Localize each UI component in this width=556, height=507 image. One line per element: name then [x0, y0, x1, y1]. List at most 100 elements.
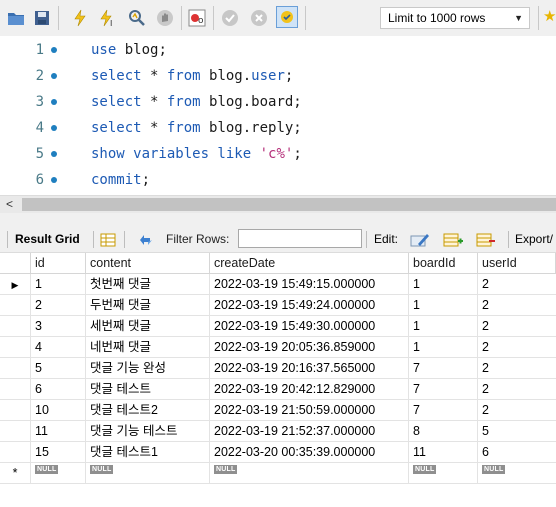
cell-createdate[interactable]: 2022-03-19 15:49:24.000000 — [210, 295, 409, 316]
table-row[interactable]: 2 두번째 댓글 2022-03-19 15:49:24.000000 1 2 — [0, 295, 556, 316]
cell-createdate[interactable]: 2022-03-19 20:42:12.829000 — [210, 379, 409, 400]
cell-boardid[interactable]: 1 — [409, 337, 478, 358]
table-row[interactable]: 15 댓글 테스트1 2022-03-20 00:35:39.000000 11 6 — [0, 442, 556, 463]
cell-boardid[interactable]: 11 — [409, 442, 478, 463]
editor-line[interactable]: 5 show variables like 'c%'; — [0, 141, 556, 167]
cell-userid[interactable]: 2 — [478, 274, 556, 295]
cell-createdate[interactable]: 2022-03-19 15:49:30.000000 — [210, 316, 409, 337]
column-header-content[interactable]: content — [86, 253, 210, 274]
cell-id[interactable]: 11 — [31, 421, 86, 442]
editor-line[interactable]: 4 select * from blog.reply; — [0, 115, 556, 141]
null-cell[interactable]: NULL — [409, 463, 478, 484]
cell-boardid[interactable]: 8 — [409, 421, 478, 442]
sql-editor[interactable]: 1 use blog; 2 select * from blog.user; 3 sele… — [0, 36, 556, 195]
add-row-icon[interactable] — [443, 226, 463, 252]
row-marker[interactable] — [0, 400, 31, 421]
execute-icon[interactable] — [70, 8, 90, 28]
cell-content[interactable]: 댓글 테스트2 — [86, 400, 210, 421]
cell-content[interactable]: 세번째 댓글 — [86, 316, 210, 337]
cell-content[interactable]: 댓글 기능 완성 — [86, 358, 210, 379]
table-row[interactable]: 5 댓글 기능 완성 2022-03-19 20:16:37.565000 7 2 — [0, 358, 556, 379]
cell-userid[interactable]: 2 — [478, 337, 556, 358]
cell-content[interactable]: 두번째 댓글 — [86, 295, 210, 316]
cell-createdate[interactable]: 2022-03-19 21:50:59.000000 — [210, 400, 409, 421]
cell-id[interactable]: 15 — [31, 442, 86, 463]
panel-divider[interactable] — [0, 213, 556, 226]
editor-line[interactable]: 2 select * from blog.user; — [0, 63, 556, 89]
limit-rows-select[interactable]: Limit to 1000 rows ▼ — [380, 7, 530, 29]
row-marker[interactable] — [0, 337, 31, 358]
cell-content[interactable]: 댓글 테스트1 — [86, 442, 210, 463]
toggle-continue-on-error-icon[interactable]: o — [187, 8, 207, 28]
table-row[interactable]: ▶ 1 첫번째 댓글 2022-03-19 15:49:15.000000 1 2 — [0, 274, 556, 295]
execute-current-icon[interactable]: I — [98, 8, 118, 28]
cell-userid[interactable]: 2 — [478, 358, 556, 379]
editor-line[interactable]: 1 use blog; — [0, 37, 556, 63]
cell-id[interactable]: 5 — [31, 358, 86, 379]
cell-id[interactable]: 10 — [31, 400, 86, 421]
filter-rows-input[interactable] — [238, 229, 362, 248]
cell-createdate[interactable]: 2022-03-19 15:49:15.000000 — [210, 274, 409, 295]
rollback-icon[interactable] — [249, 8, 269, 28]
table-row[interactable]: 4 네번째 댓글 2022-03-19 20:05:36.859000 1 2 — [0, 337, 556, 358]
cell-boardid[interactable]: 7 — [409, 400, 478, 421]
new-row[interactable]: * NULL NULL NULL NULL NULL — [0, 463, 556, 484]
null-cell[interactable]: NULL — [478, 463, 556, 484]
row-marker[interactable] — [0, 316, 31, 337]
result-grid-tab[interactable]: Result Grid — [15, 226, 80, 252]
edit-row-icon[interactable] — [410, 226, 430, 252]
column-header-boardid[interactable]: boardId — [409, 253, 478, 274]
explain-icon[interactable] — [127, 8, 147, 28]
null-cell[interactable]: NULL — [210, 463, 409, 484]
cell-userid[interactable]: 5 — [478, 421, 556, 442]
column-header-id[interactable]: id — [31, 253, 86, 274]
column-header-createdate[interactable]: createDate — [210, 253, 409, 274]
row-marker[interactable] — [0, 421, 31, 442]
null-cell[interactable]: NULL — [86, 463, 210, 484]
editor-line[interactable]: 3 select * from blog.board; — [0, 89, 556, 115]
editor-line[interactable]: 6 commit; — [0, 167, 556, 193]
cell-id[interactable]: 2 — [31, 295, 86, 316]
table-row[interactable]: 3 세번째 댓글 2022-03-19 15:49:30.000000 1 2 — [0, 316, 556, 337]
cell-content[interactable]: 네번째 댓글 — [86, 337, 210, 358]
cell-boardid[interactable]: 1 — [409, 274, 478, 295]
refresh-icon[interactable] — [137, 226, 155, 252]
table-row[interactable]: 11 댓글 기능 테스트 2022-03-19 21:52:37.000000 8 5 — [0, 421, 556, 442]
cell-userid[interactable]: 2 — [478, 400, 556, 421]
scroll-left-icon[interactable]: < — [6, 196, 13, 213]
cell-id[interactable]: 3 — [31, 316, 86, 337]
star-icon[interactable]: ★ — [543, 7, 556, 25]
cell-content[interactable]: 댓글 기능 테스트 — [86, 421, 210, 442]
cell-boardid[interactable]: 1 — [409, 295, 478, 316]
export-label[interactable]: Export/ — [515, 226, 553, 252]
autocommit-icon[interactable] — [276, 6, 298, 28]
cell-createdate[interactable]: 2022-03-19 20:16:37.565000 — [210, 358, 409, 379]
cell-createdate[interactable]: 2022-03-19 20:05:36.859000 — [210, 337, 409, 358]
table-row[interactable]: 10 댓글 테스트2 2022-03-19 21:50:59.000000 7 2 — [0, 400, 556, 421]
grid-layout-icon[interactable] — [100, 226, 116, 252]
column-header-userid[interactable]: userId — [478, 253, 556, 274]
null-cell[interactable]: NULL — [31, 463, 86, 484]
row-marker[interactable] — [0, 442, 31, 463]
cell-createdate[interactable]: 2022-03-20 00:35:39.000000 — [210, 442, 409, 463]
cell-boardid[interactable]: 7 — [409, 358, 478, 379]
editor-horizontal-scrollbar[interactable]: < — [0, 195, 556, 213]
cell-id[interactable]: 1 — [31, 274, 86, 295]
cell-userid[interactable]: 2 — [478, 295, 556, 316]
stop-icon[interactable] — [155, 8, 175, 28]
cell-userid[interactable]: 2 — [478, 379, 556, 400]
table-row[interactable]: 6 댓글 테스트 2022-03-19 20:42:12.829000 7 2 — [0, 379, 556, 400]
cell-id[interactable]: 4 — [31, 337, 86, 358]
cell-id[interactable]: 6 — [31, 379, 86, 400]
row-marker[interactable] — [0, 358, 31, 379]
cell-content[interactable]: 첫번째 댓글 — [86, 274, 210, 295]
delete-row-icon[interactable] — [476, 226, 496, 252]
row-marker[interactable]: ▶ — [0, 274, 31, 295]
save-icon[interactable] — [32, 8, 52, 28]
cell-createdate[interactable]: 2022-03-19 21:52:37.000000 — [210, 421, 409, 442]
row-marker[interactable] — [0, 379, 31, 400]
cell-content[interactable]: 댓글 테스트 — [86, 379, 210, 400]
cell-userid[interactable]: 2 — [478, 316, 556, 337]
row-marker[interactable] — [0, 295, 31, 316]
commit-icon[interactable] — [220, 8, 240, 28]
